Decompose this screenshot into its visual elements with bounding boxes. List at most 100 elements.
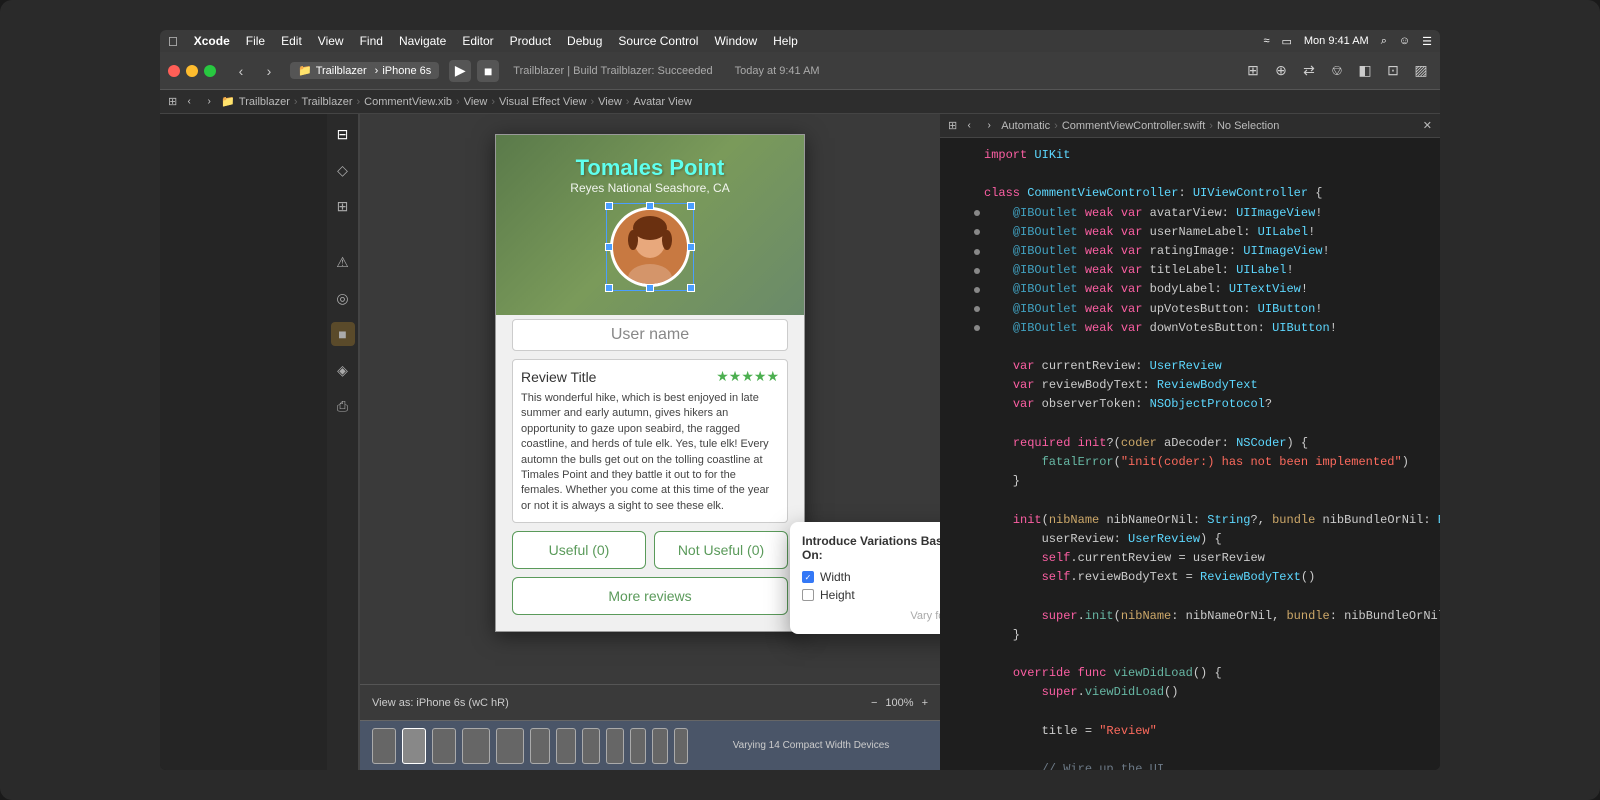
breadcrumb-trailblazer[interactable]: Trailblazer <box>239 96 290 108</box>
user-icon[interactable]: ☺ <box>1399 35 1410 47</box>
breadcrumb-bar: ⊞ ‹ › 📁 Trailblazer › Trailblazer › Comm… <box>160 90 1440 114</box>
run-button[interactable]: ▶ <box>449 60 471 82</box>
nav-issues-icon[interactable]: ⚠ <box>331 250 355 274</box>
device-icon-8[interactable] <box>582 728 600 764</box>
menu-find[interactable]: Find <box>360 34 383 48</box>
breadcrumb-view2[interactable]: View <box>598 96 622 108</box>
code-line <box>940 741 1440 760</box>
handle-bm[interactable] <box>646 284 654 292</box>
breadcrumb-avatar[interactable]: Avatar View <box>633 96 691 108</box>
nav-find-icon[interactable]: ⊞ <box>331 194 355 218</box>
zoom-btn[interactable]: ⊕ <box>1270 60 1292 82</box>
device-icon-3[interactable] <box>432 728 456 764</box>
handle-bl[interactable] <box>605 284 613 292</box>
avatar-wrapper[interactable] <box>610 207 690 287</box>
device-icon-11[interactable] <box>652 728 668 764</box>
menu-window[interactable]: Window <box>714 34 757 48</box>
zoom-minus[interactable]: − <box>871 697 877 709</box>
handle-tr[interactable] <box>687 202 695 210</box>
nav-breakpoints-icon[interactable]: ◈ <box>331 358 355 382</box>
menu-view[interactable]: View <box>318 34 344 48</box>
not-useful-button[interactable]: Not Useful (0) <box>654 531 788 569</box>
device-icon-5[interactable] <box>496 728 524 764</box>
breadcrumb-fwd[interactable]: › <box>201 94 217 110</box>
breadcrumb-xib[interactable]: CommentView.xib <box>364 96 452 108</box>
menu-file[interactable]: File <box>246 34 265 48</box>
breadcrumb-trailblazer2[interactable]: Trailblazer <box>302 96 353 108</box>
nav-files-icon[interactable]: ⊟ <box>331 122 355 146</box>
menu-edit[interactable]: Edit <box>281 34 302 48</box>
breadcrumb-grid-icon[interactable]: ⊞ <box>168 95 177 108</box>
nav-left-panel-btn[interactable]: ◧ <box>1354 60 1376 82</box>
nav-debug-icon[interactable]: ■ <box>331 322 355 346</box>
swift-filename[interactable]: CommentViewController.swift <box>1062 120 1205 132</box>
menu-source-control[interactable]: Source Control <box>618 34 698 48</box>
ios-view: Tomales Point Reyes National Seashore, C… <box>495 134 805 632</box>
menu-editor[interactable]: Editor <box>462 34 493 48</box>
device-icon-4[interactable] <box>462 728 490 764</box>
height-label: Height <box>820 588 855 602</box>
minimize-button[interactable] <box>186 65 198 77</box>
nav-test-icon[interactable]: ◎ <box>331 286 355 310</box>
handle-ml[interactable] <box>605 243 613 251</box>
width-checkbox[interactable] <box>802 571 814 583</box>
right-fwd-btn[interactable]: › <box>981 118 997 134</box>
handle-tm[interactable] <box>646 202 654 210</box>
breadcrumb-view[interactable]: View <box>464 96 488 108</box>
version-btn[interactable]: ⎊ <box>1326 60 1348 82</box>
username-field[interactable]: User name <box>512 319 788 351</box>
device-icon-1[interactable] <box>372 728 396 764</box>
structure-btn[interactable]: ⊞ <box>1242 60 1264 82</box>
search-icon[interactable]: ⌕ <box>1381 35 1387 48</box>
scheme-selector[interactable]: 📁 Trailblazer › iPhone 6s <box>290 62 439 79</box>
forward-button[interactable]: › <box>258 60 280 82</box>
device-icon-9[interactable] <box>606 728 624 764</box>
traits-width-option[interactable]: Width <box>802 570 940 584</box>
menu-debug[interactable]: Debug <box>567 34 602 48</box>
bottom-status-label: Varying 14 Compact Width Devices <box>733 740 890 751</box>
device-icon-7[interactable] <box>556 728 576 764</box>
no-selection-label[interactable]: No Selection <box>1217 120 1279 132</box>
device-icon-6[interactable] <box>530 728 550 764</box>
code-editor[interactable]: import UIKit class CommentViewController… <box>940 138 1440 770</box>
ib-canvas[interactable]: Tomales Point Reyes National Seashore, C… <box>360 114 940 684</box>
right-grid-icon[interactable]: ⊞ <box>948 119 957 132</box>
more-reviews-button[interactable]: More reviews <box>512 577 788 615</box>
nav-reports-icon[interactable]: ⎙ <box>331 394 355 418</box>
menu-xcode[interactable]: Xcode <box>194 34 230 48</box>
automatic-label[interactable]: Automatic <box>1001 120 1050 132</box>
nav-symbols-icon[interactable]: ◇ <box>331 158 355 182</box>
back-button[interactable]: ‹ <box>230 60 252 82</box>
close-button[interactable] <box>168 65 180 77</box>
review-body: This wonderful hike, which is best enjoy… <box>521 391 779 514</box>
view-as-label: View as: iPhone 6s (wC hR) <box>372 697 509 709</box>
zoom-plus[interactable]: + <box>922 697 928 709</box>
height-checkbox[interactable] <box>802 589 814 601</box>
useful-button[interactable]: Useful (0) <box>512 531 646 569</box>
close-right-icon[interactable]: ✕ <box>1423 119 1432 132</box>
handle-mr[interactable] <box>687 243 695 251</box>
menu-navigate[interactable]: Navigate <box>399 34 446 48</box>
traits-height-option[interactable]: Height <box>802 588 940 602</box>
device-icon-10[interactable] <box>630 728 646 764</box>
menu-product[interactable]: Product <box>510 34 551 48</box>
menu-help[interactable]: Help <box>773 34 798 48</box>
maximize-button[interactable] <box>204 65 216 77</box>
handle-br[interactable] <box>687 284 695 292</box>
apple-menu[interactable]:  <box>168 34 178 49</box>
breadcrumb-back[interactable]: ‹ <box>181 94 197 110</box>
nav-bottom-panel-btn[interactable]: ⊡ <box>1382 60 1404 82</box>
handle-tl[interactable] <box>605 202 613 210</box>
vote-buttons: Useful (0) Not Useful (0) <box>512 531 788 569</box>
assistant-btn[interactable]: ⇄ <box>1298 60 1320 82</box>
right-back-btn[interactable]: ‹ <box>961 118 977 134</box>
nav-right-panel-btn[interactable]: ▨ <box>1410 60 1432 82</box>
avatar-container <box>512 195 788 299</box>
stop-button[interactable]: ■ <box>477 60 499 82</box>
device-icon-12[interactable] <box>674 728 688 764</box>
code-line: @IBOutlet weak var bodyLabel: UITextView… <box>940 280 1440 299</box>
right-breadcrumb-bar: ⊞ ‹ › Automatic › CommentViewController.… <box>940 114 1440 138</box>
list-icon[interactable]: ☰ <box>1422 35 1432 48</box>
device-icon-2[interactable] <box>402 728 426 764</box>
breadcrumb-vfx[interactable]: Visual Effect View <box>499 96 586 108</box>
